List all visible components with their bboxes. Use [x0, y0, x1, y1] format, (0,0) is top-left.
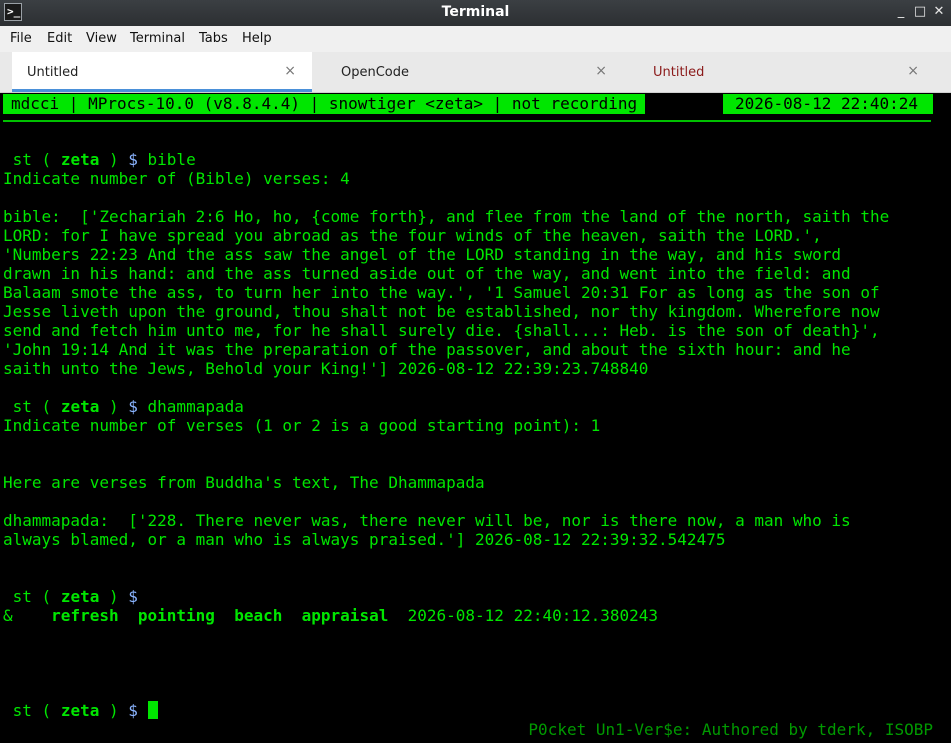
tab-untitled-1[interactable]: Untitled ×	[12, 52, 312, 92]
prompt-close: )	[99, 397, 129, 416]
command-text: bible	[147, 150, 196, 169]
command-text: dhammapada	[147, 397, 244, 416]
prompt-open: st (	[12, 150, 61, 169]
output-line: always blamed, or a man who is always pr…	[3, 530, 726, 549]
prompt-line: st ( zeta ) $	[3, 587, 138, 606]
words-amp: &	[3, 606, 13, 625]
output-line: bible: ['Zechariah 2:6 Ho, ho, {come for…	[3, 207, 890, 226]
status-clock: 2026-08-12 22:40:24	[723, 94, 933, 114]
terminal-output[interactable]: mdcci | MProcs-10.0 (v8.8.4.4) | snowtig…	[0, 93, 951, 743]
title-bar[interactable]: >_ Terminal _ □ ✕	[0, 0, 951, 26]
prompt-host: zeta	[60, 397, 100, 416]
output-line: saith unto the Jews, Behold your King!']…	[3, 359, 649, 378]
output-line: Jesse liveth upon the ground, thou shalt…	[3, 302, 880, 321]
text-cursor	[147, 701, 158, 719]
tab-label: Untitled	[27, 65, 79, 80]
window-title: Terminal	[441, 4, 510, 20]
tab-untitled-2[interactable]: Untitled ×	[627, 52, 935, 92]
output-line: Indicate number of (Bible) verses: 4	[3, 169, 350, 188]
word-2: pointing	[137, 606, 215, 625]
status-divider	[3, 120, 931, 122]
prompt-line: st ( zeta ) $ dhammapada	[3, 397, 244, 416]
menu-view[interactable]: View	[86, 31, 117, 46]
scrollbar[interactable]	[943, 93, 951, 743]
maximize-icon[interactable]: □	[911, 3, 929, 21]
output-line: dhammapada: ['228. There never was, ther…	[3, 511, 851, 530]
output-line: 'John 19:14 And it was the preparation o…	[3, 340, 851, 359]
status-bar: mdcci | MProcs-10.0 (v8.8.4.4) | snowtig…	[3, 94, 933, 114]
output-line: send and fetch him unto me, for he shall…	[3, 321, 880, 340]
words-line: & refresh pointing beach appraisal 2026-…	[3, 606, 658, 625]
menu-bar: File Edit View Terminal Tabs Help	[0, 26, 951, 53]
prompt-close: )	[99, 587, 129, 606]
tab-close-icon[interactable]: ×	[907, 63, 919, 79]
tab-close-icon[interactable]: ×	[284, 63, 296, 79]
prompt-dollar: $	[128, 150, 138, 169]
close-icon[interactable]: ✕	[930, 3, 948, 21]
word-1: refresh	[51, 606, 119, 625]
menu-help[interactable]: Help	[242, 31, 272, 46]
output-line: Here are verses from Buddha's text, The …	[3, 473, 485, 492]
prompt-close: )	[99, 701, 129, 720]
status-left: mdcci | MProcs-10.0 (v8.8.4.4) | snowtig…	[3, 94, 646, 114]
prompt-open: st (	[12, 701, 61, 720]
prompt-open: st (	[12, 397, 61, 416]
prompt-host: zeta	[60, 701, 100, 720]
terminal-window: >_ Terminal _ □ ✕ File Edit View Termina…	[0, 0, 951, 743]
prompt-dollar: $	[128, 701, 138, 720]
prompt-host: zeta	[60, 587, 100, 606]
output-line: LORD: for I have spread you abroad as th…	[3, 226, 822, 245]
word-3: beach	[234, 606, 283, 625]
tab-label: OpenCode	[341, 65, 410, 80]
menu-tabs[interactable]: Tabs	[199, 31, 228, 46]
output-line: drawn in his hand: and the ass turned as…	[3, 264, 851, 283]
menu-file[interactable]: File	[10, 31, 32, 46]
menu-terminal[interactable]: Terminal	[130, 31, 185, 46]
tab-opencode[interactable]: OpenCode ×	[315, 52, 623, 92]
tab-close-icon[interactable]: ×	[595, 63, 607, 79]
tab-bar: Untitled × OpenCode × Untitled ×	[0, 52, 951, 93]
prompt-line-active[interactable]: st ( zeta ) $	[3, 701, 158, 720]
minimize-icon[interactable]: _	[892, 3, 910, 21]
tab-label: Untitled	[653, 65, 705, 80]
prompt-line: st ( zeta ) $ bible	[3, 150, 196, 169]
words-timestamp: 2026-08-12 22:40:12.380243	[407, 606, 659, 625]
output-line: Indicate number of verses (1 or 2 is a g…	[3, 416, 601, 435]
output-line: Balaam smote the ass, to turn her into t…	[3, 283, 880, 302]
menu-edit[interactable]: Edit	[47, 31, 72, 46]
prompt-dollar: $	[128, 397, 138, 416]
word-4: appraisal	[301, 606, 389, 625]
prompt-open: st (	[12, 587, 61, 606]
prompt-close: )	[99, 150, 129, 169]
footer-credit: P0cket Un1-Ver$e: Authored by tderk, ISO…	[528, 720, 933, 739]
prompt-dollar: $	[128, 587, 138, 606]
output-line: 'Numbers 22:23 And the ass saw the angel…	[3, 245, 842, 264]
prompt-host: zeta	[60, 150, 100, 169]
